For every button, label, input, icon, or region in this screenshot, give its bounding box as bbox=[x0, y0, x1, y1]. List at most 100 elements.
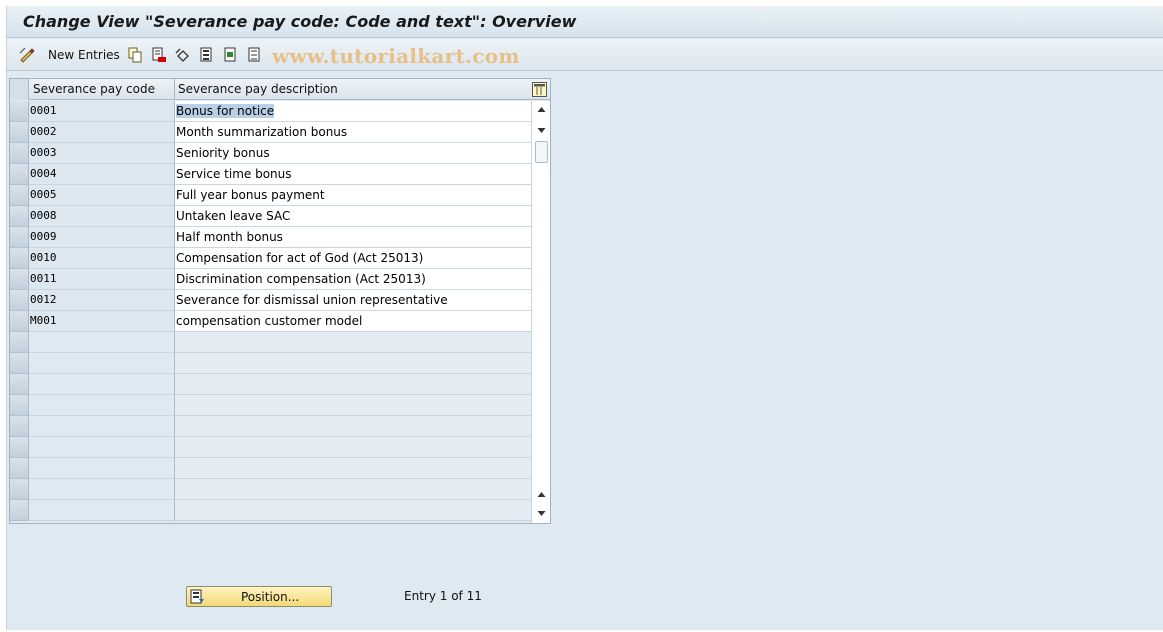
code-cell: 0002 bbox=[29, 122, 175, 143]
code-cell: 0009 bbox=[29, 227, 175, 248]
watermark: www.tutorialkart.com bbox=[272, 44, 520, 68]
code-cell: 0012 bbox=[29, 290, 175, 311]
row-select-button[interactable] bbox=[10, 500, 29, 521]
description-cell[interactable]: compensation customer model bbox=[175, 311, 531, 332]
table-row[interactable] bbox=[10, 479, 531, 500]
row-select-button[interactable] bbox=[10, 374, 29, 395]
column-header-description[interactable]: Severance pay description bbox=[178, 82, 338, 96]
table-row[interactable] bbox=[10, 500, 531, 521]
row-select-button[interactable] bbox=[10, 227, 29, 248]
table-row[interactable]: 0012 Severance for dismissal union repres… bbox=[10, 290, 531, 311]
row-select-button[interactable] bbox=[10, 206, 29, 227]
description-cell[interactable] bbox=[175, 395, 531, 416]
table-row[interactable] bbox=[10, 353, 531, 374]
row-select-button[interactable] bbox=[10, 164, 29, 185]
table-row[interactable]: M001 compensation customer model bbox=[10, 311, 531, 332]
row-select-button[interactable] bbox=[10, 248, 29, 269]
entry-counter: Entry 1 of 11 bbox=[404, 589, 482, 603]
description-cell[interactable]: Service time bonus bbox=[175, 164, 531, 185]
table-settings-icon[interactable] bbox=[532, 82, 547, 97]
row-select-button[interactable] bbox=[10, 353, 29, 374]
row-select-button[interactable] bbox=[10, 185, 29, 206]
table-row[interactable] bbox=[10, 437, 531, 458]
description-text: Service time bonus bbox=[176, 167, 292, 181]
row-select-button[interactable] bbox=[10, 101, 29, 122]
code-cell: 0011 bbox=[29, 269, 175, 290]
select-block-icon[interactable] bbox=[223, 47, 239, 63]
description-text: Bonus for notice bbox=[176, 104, 275, 118]
row-select-button[interactable] bbox=[10, 395, 29, 416]
table-row[interactable]: 0003 Seniority bonus bbox=[10, 143, 531, 164]
description-cell[interactable] bbox=[175, 416, 531, 437]
page-up-icon[interactable] bbox=[537, 490, 546, 499]
position-button-label: Position... bbox=[241, 590, 300, 604]
description-cell[interactable]: Severance for dismissal union representa… bbox=[175, 290, 531, 311]
description-cell[interactable]: Seniority bonus bbox=[175, 143, 531, 164]
table-row[interactable] bbox=[10, 374, 531, 395]
select-all-rows-button[interactable] bbox=[10, 79, 29, 100]
description-cell[interactable]: Untaken leave SAC bbox=[175, 206, 531, 227]
table-row[interactable]: 0008 Untaken leave SAC bbox=[10, 206, 531, 227]
code-cell: 0010 bbox=[29, 248, 175, 269]
description-cell[interactable]: Half month bonus bbox=[175, 227, 531, 248]
table-row[interactable]: 0001 Bonus for notice bbox=[10, 101, 531, 122]
table-control: Severance pay code Severance pay descrip… bbox=[9, 78, 551, 524]
description-cell[interactable]: Compensation for act of God (Act 25013) bbox=[175, 248, 531, 269]
delete-icon[interactable] bbox=[151, 47, 167, 63]
table-row[interactable] bbox=[10, 395, 531, 416]
description-cell[interactable] bbox=[175, 479, 531, 500]
table-row[interactable]: 0011 Discrimination compensation (Act 250… bbox=[10, 269, 531, 290]
description-cell[interactable]: Month summarization bonus bbox=[175, 122, 531, 143]
scroll-up-icon[interactable] bbox=[537, 105, 546, 114]
column-header-code[interactable]: Severance pay code bbox=[33, 82, 155, 96]
description-cell[interactable]: Discrimination compensation (Act 25013) bbox=[175, 269, 531, 290]
description-cell[interactable] bbox=[175, 353, 531, 374]
scroll-thumb[interactable] bbox=[535, 141, 548, 163]
description-cell[interactable] bbox=[175, 332, 531, 353]
scroll-down-icon[interactable] bbox=[537, 509, 546, 518]
table-row[interactable]: 0004 Service time bonus bbox=[10, 164, 531, 185]
new-entries-button[interactable]: New Entries bbox=[48, 48, 120, 62]
table-row[interactable]: 0010 Compensation for act of God (Act 250… bbox=[10, 248, 531, 269]
code-cell bbox=[29, 395, 175, 416]
page-down-icon[interactable] bbox=[537, 126, 546, 135]
description-cell[interactable] bbox=[175, 374, 531, 395]
table-row[interactable]: 0009 Half month bonus bbox=[10, 227, 531, 248]
row-select-button[interactable] bbox=[10, 479, 29, 500]
row-select-button[interactable] bbox=[10, 416, 29, 437]
row-select-button[interactable] bbox=[10, 143, 29, 164]
vertical-scrollbar[interactable] bbox=[531, 101, 550, 523]
description-cell[interactable]: Bonus for notice bbox=[175, 101, 531, 122]
code-cell: 0008 bbox=[29, 206, 175, 227]
position-icon bbox=[190, 589, 204, 604]
code-cell bbox=[29, 458, 175, 479]
description-cell[interactable]: Full year bonus payment bbox=[175, 185, 531, 206]
copy-icon[interactable] bbox=[127, 47, 143, 63]
row-select-button[interactable] bbox=[10, 269, 29, 290]
table-row[interactable]: 0005 Full year bonus payment bbox=[10, 185, 531, 206]
table-row[interactable] bbox=[10, 332, 531, 353]
row-select-button[interactable] bbox=[10, 437, 29, 458]
description-cell[interactable] bbox=[175, 500, 531, 521]
select-all-icon[interactable] bbox=[199, 47, 215, 63]
description-text: Full year bonus payment bbox=[176, 188, 325, 202]
code-cell: 0005 bbox=[29, 185, 175, 206]
description-cell[interactable] bbox=[175, 458, 531, 479]
edit-icon[interactable] bbox=[19, 47, 35, 63]
code-cell bbox=[29, 416, 175, 437]
undo-icon[interactable] bbox=[175, 47, 191, 63]
position-button[interactable]: Position... bbox=[186, 586, 332, 607]
description-cell[interactable] bbox=[175, 437, 531, 458]
sap-window: Change View "Severance pay code: Code an… bbox=[6, 6, 1163, 630]
row-select-button[interactable] bbox=[10, 458, 29, 479]
table-row[interactable]: 0002 Month summarization bonus bbox=[10, 122, 531, 143]
table-row[interactable] bbox=[10, 416, 531, 437]
row-select-button[interactable] bbox=[10, 332, 29, 353]
row-select-button[interactable] bbox=[10, 311, 29, 332]
table-row[interactable] bbox=[10, 458, 531, 479]
row-select-button[interactable] bbox=[10, 122, 29, 143]
code-cell: 0004 bbox=[29, 164, 175, 185]
row-select-button[interactable] bbox=[10, 290, 29, 311]
deselect-all-icon[interactable] bbox=[247, 47, 263, 63]
description-text: Compensation for act of God (Act 25013) bbox=[176, 251, 424, 265]
